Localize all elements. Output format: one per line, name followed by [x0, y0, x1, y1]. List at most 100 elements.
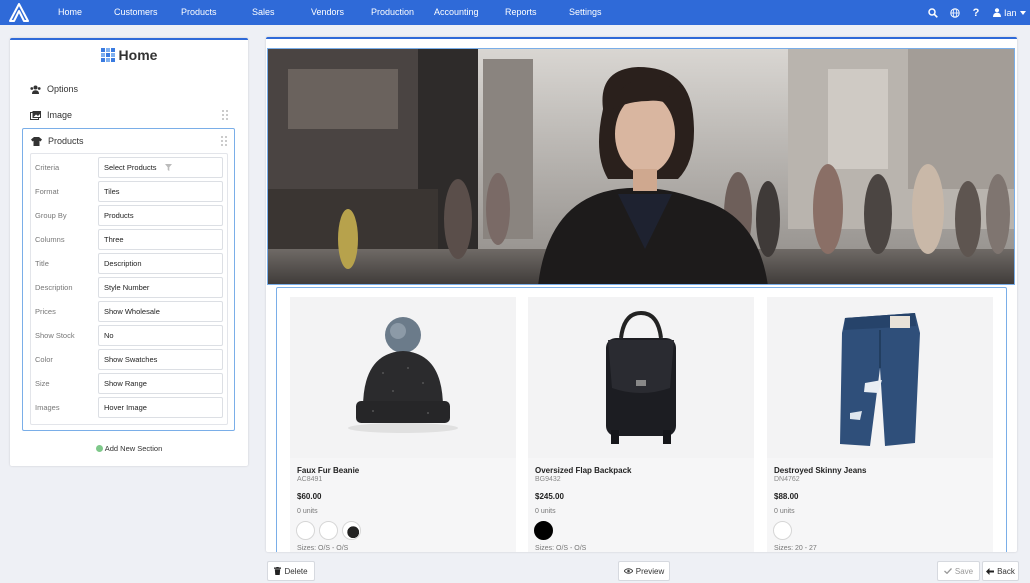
product-sku: BG9432: [535, 476, 561, 483]
nav-accounting[interactable]: Accounting: [434, 0, 479, 25]
back-label: Back: [997, 566, 1015, 576]
color-select[interactable]: Show Swatches: [98, 349, 223, 370]
product-image: [290, 297, 516, 458]
sections-panel: Home Options Image Products Criteria Sel…: [10, 38, 248, 466]
section-label: Image: [47, 110, 73, 120]
app-logo[interactable]: [9, 3, 29, 22]
field-columns: Columns Three: [31, 229, 229, 251]
color-swatches: [773, 521, 792, 540]
nav-home[interactable]: Home: [58, 0, 82, 25]
nav-production[interactable]: Production: [371, 0, 414, 25]
back-button[interactable]: Back: [982, 561, 1019, 581]
preview-label: Preview: [635, 566, 665, 576]
field-label: Title: [35, 259, 49, 268]
nav-products[interactable]: Products: [181, 0, 217, 25]
preview-button[interactable]: Preview: [618, 561, 670, 581]
delete-label: Delete: [284, 566, 308, 576]
plus-circle-icon: [95, 445, 103, 452]
shirt-icon: [31, 136, 42, 146]
nav-sales[interactable]: Sales: [252, 0, 275, 25]
title-select[interactable]: Description: [98, 253, 223, 274]
user-menu[interactable]: Ian: [993, 8, 1026, 18]
nav-settings[interactable]: Settings: [569, 0, 602, 25]
field-group-by: Group By Products: [31, 205, 229, 227]
check-icon: [943, 568, 952, 574]
size-select[interactable]: Show Range: [98, 373, 223, 394]
section-image[interactable]: Image: [30, 106, 230, 124]
product-sizes: Sizes: O/S - O/S: [535, 545, 587, 552]
product-card[interactable]: Oversized Flap Backpack BG9432 $245.00 0…: [528, 297, 754, 552]
nav-customers[interactable]: Customers: [114, 0, 158, 25]
hero-image[interactable]: [267, 48, 1015, 285]
user-icon: [993, 8, 1001, 17]
panel-title-text: Home: [118, 47, 158, 63]
filter-icon: [164, 164, 172, 171]
section-label: Products: [48, 136, 84, 146]
users-icon: [30, 85, 41, 94]
field-label: Criteria: [35, 163, 60, 172]
color-swatch[interactable]: [773, 521, 792, 540]
product-stock: 0 units: [297, 508, 318, 515]
field-label: Prices: [35, 307, 56, 316]
section-products: Products Criteria Select Products Format…: [22, 128, 235, 431]
grid-icon: [100, 48, 115, 62]
section-products-header[interactable]: Products: [31, 132, 229, 150]
product-card[interactable]: Faux Fur Beanie AC8491 $60.00 0 units Si…: [290, 297, 516, 552]
search-icon[interactable]: [927, 7, 939, 18]
field-format: Format Tiles: [31, 181, 229, 203]
field-label: Size: [35, 379, 50, 388]
save-label: Save: [954, 566, 974, 576]
field-label: Description: [35, 283, 73, 292]
globe-icon[interactable]: [949, 7, 961, 18]
page-preview: Faux Fur Beanie AC8491 $60.00 0 units Si…: [266, 37, 1017, 552]
prices-select[interactable]: Show Wholesale: [98, 301, 223, 322]
field-label: Columns: [35, 235, 65, 244]
add-new-section-button[interactable]: Add New Section: [10, 444, 248, 453]
field-label: Show Stock: [35, 331, 75, 340]
product-price: $245.00: [535, 492, 564, 501]
color-swatch[interactable]: [319, 521, 338, 540]
nav-vendors[interactable]: Vendors: [311, 0, 344, 25]
field-description: Description Style Number: [31, 277, 229, 299]
product-name: Oversized Flap Backpack: [535, 466, 632, 475]
product-sku: AC8491: [297, 476, 323, 483]
field-title: Title Description: [31, 253, 229, 275]
color-swatch[interactable]: [296, 521, 315, 540]
description-select[interactable]: Style Number: [98, 277, 223, 298]
field-color: Color Show Swatches: [31, 349, 229, 371]
section-label: Options: [47, 84, 79, 94]
field-images: Images Hover Image: [31, 397, 229, 419]
product-image: [767, 297, 993, 458]
group-by-select[interactable]: Products: [98, 205, 223, 226]
images-select[interactable]: Hover Image: [98, 397, 223, 418]
image-icon: [30, 110, 41, 120]
field-label: Color: [35, 355, 53, 364]
arrow-left-icon: [986, 567, 995, 575]
top-navbar: Home Customers Products Sales Vendors Pr…: [0, 0, 1030, 25]
save-button[interactable]: Save: [937, 561, 980, 581]
color-swatch[interactable]: [534, 521, 553, 540]
chevron-down-icon: [1019, 10, 1026, 15]
product-card[interactable]: Destroyed Skinny Jeans DN4762 $88.00 0 u…: [767, 297, 993, 552]
color-swatch[interactable]: [342, 521, 361, 540]
product-name: Destroyed Skinny Jeans: [774, 466, 867, 475]
section-options[interactable]: Options: [30, 80, 230, 98]
help-icon[interactable]: ?: [971, 7, 981, 19]
color-swatches: [296, 521, 361, 540]
criteria-select[interactable]: Select Products: [98, 157, 223, 178]
delete-button[interactable]: Delete: [267, 561, 315, 581]
product-price: $88.00: [774, 492, 799, 501]
show-stock-select[interactable]: No: [98, 325, 223, 346]
nav-reports[interactable]: Reports: [505, 0, 537, 25]
drag-handle-icon[interactable]: [222, 110, 230, 120]
color-swatches: [534, 521, 553, 540]
field-value: Select Products: [104, 163, 157, 172]
product-name: Faux Fur Beanie: [297, 466, 360, 475]
eye-icon: [623, 568, 633, 574]
format-select[interactable]: Tiles: [98, 181, 223, 202]
columns-select[interactable]: Three: [98, 229, 223, 250]
products-settings: Criteria Select Products Format Tiles Gr…: [30, 153, 228, 425]
drag-handle-icon[interactable]: [221, 136, 229, 146]
trash-icon: [274, 567, 282, 575]
add-section-label: Add New Section: [104, 444, 163, 453]
